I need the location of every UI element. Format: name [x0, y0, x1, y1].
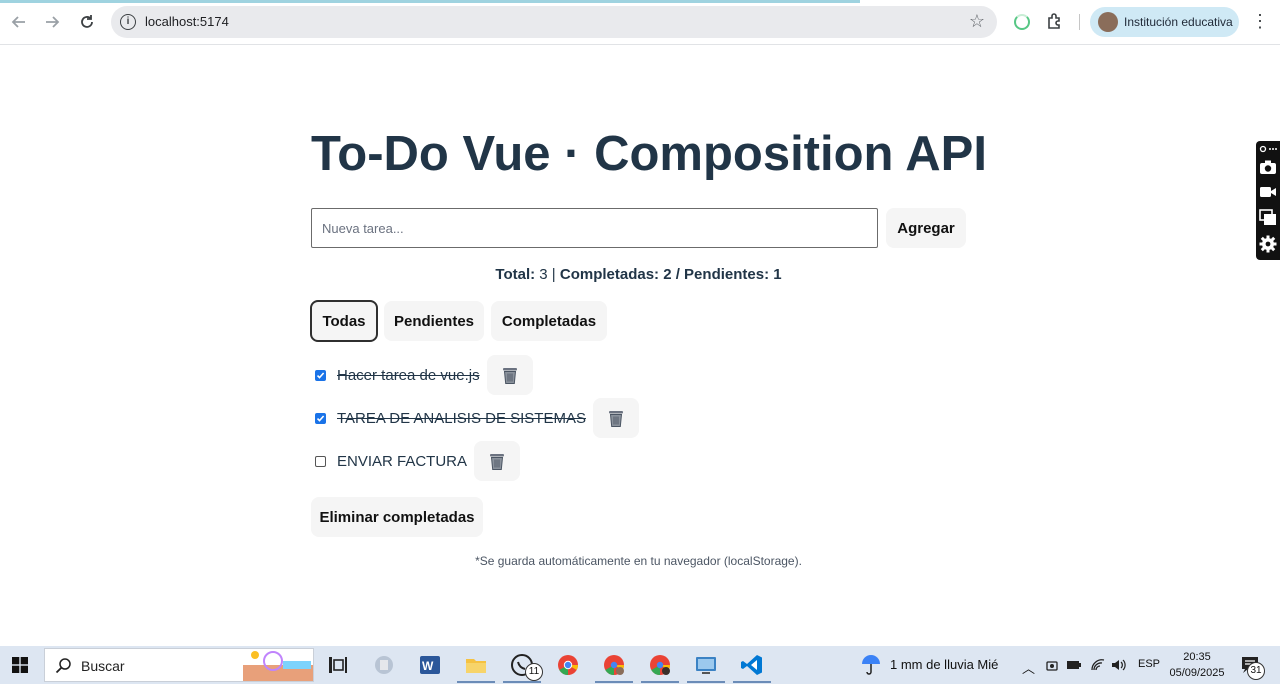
windows-taskbar: Buscar W 11 1 mm de lluvia Mié ︿ ESP 20:… — [0, 646, 1280, 684]
pin-icon[interactable] — [1259, 144, 1277, 154]
folder-icon[interactable] — [464, 653, 488, 677]
wifi-icon[interactable] — [1090, 658, 1106, 672]
chrome-2-active-indicator — [641, 681, 679, 683]
chevron-up-icon[interactable]: ︿ — [1022, 658, 1035, 677]
whatsapp-active-indicator — [503, 681, 541, 683]
bookmark-star-icon[interactable]: ☆ — [969, 11, 985, 32]
vscode-icon[interactable] — [740, 653, 764, 677]
notifications-button[interactable]: 31 — [1241, 656, 1265, 680]
back-icon[interactable] — [8, 11, 30, 33]
task-stats: Total: 3 | Completadas: 2 / Pendientes: … — [495, 266, 782, 283]
delete-todo-button[interactable] — [486, 355, 533, 395]
total-value: 3 — [539, 266, 548, 283]
delete-todo-button[interactable] — [592, 398, 639, 438]
settings-gear-icon[interactable] — [1259, 235, 1277, 253]
url-text: localhost:5174 — [145, 14, 229, 29]
clock-time: 20:35 — [1183, 651, 1211, 663]
todo-checkbox[interactable] — [315, 412, 326, 424]
todo-checkbox[interactable] — [315, 369, 326, 381]
capture-toolbar — [1256, 141, 1280, 260]
search-label: Buscar — [81, 658, 125, 674]
svg-text:W: W — [422, 659, 434, 673]
address-bar[interactable]: i localhost:5174 ☆ — [111, 6, 997, 38]
trash-icon — [490, 454, 505, 470]
todo-item: ENVIAR FACTURA — [315, 441, 521, 481]
folder-active-indicator — [457, 681, 495, 683]
filter-pending-button[interactable]: Pendientes — [384, 301, 484, 341]
chrome-profile-2-icon[interactable] — [648, 653, 672, 677]
total-label: Total: — [495, 266, 536, 283]
todo-item: TAREA DE ANALISIS DE SISTEMAS — [315, 398, 639, 438]
filter-completed-button[interactable]: Completadas — [491, 301, 607, 341]
search-icon — [55, 658, 71, 674]
browser-menu-icon[interactable]: ⋮ — [1251, 11, 1269, 32]
camera-icon[interactable] — [1259, 159, 1277, 175]
toolbar-divider — [1079, 14, 1080, 30]
todo-text: ENVIAR FACTURA — [337, 452, 468, 470]
page-title: To-Do Vue · Composition API — [311, 127, 987, 181]
reload-icon[interactable] — [76, 11, 98, 33]
taskbar-clock[interactable]: 20:35 05/09/2025 — [1168, 649, 1226, 681]
site-info-icon[interactable]: i — [120, 14, 136, 30]
trash-icon — [608, 411, 623, 427]
window-capture-icon[interactable] — [1259, 209, 1277, 226]
weather-text[interactable]: 1 mm de lluvia Mié — [890, 657, 998, 672]
rain-umbrella-icon[interactable] — [860, 655, 882, 675]
avatar — [1098, 12, 1118, 32]
extensions-puzzle-icon[interactable] — [1046, 12, 1064, 30]
profile-button[interactable]: Institución educativa — [1090, 7, 1239, 37]
add-task-button[interactable]: Agregar — [886, 208, 966, 248]
video-camera-icon[interactable] — [1259, 185, 1277, 199]
taskbar-search-box[interactable]: Buscar — [44, 648, 314, 682]
remote-desktop-icon[interactable] — [694, 653, 718, 677]
chrome-active-indicator — [595, 681, 633, 683]
delete-todo-button[interactable] — [474, 441, 521, 481]
language-indicator[interactable]: ESP — [1138, 658, 1160, 670]
task-view-icon[interactable] — [326, 653, 350, 677]
windows-start-icon[interactable] — [12, 657, 28, 673]
chrome-icon[interactable] — [556, 653, 580, 677]
loading-extension-icon[interactable] — [1014, 14, 1030, 30]
trash-icon — [502, 368, 517, 384]
clock-date: 05/09/2025 — [1169, 667, 1225, 679]
todo-item: Hacer tarea de vue.js — [315, 355, 533, 395]
chrome-profile-icon[interactable] — [602, 653, 626, 677]
completed-pending-summary: Completadas: 2 / Pendientes: 1 — [559, 266, 782, 283]
new-task-input[interactable] — [311, 208, 878, 248]
remote-desktop-active-indicator — [687, 681, 725, 683]
filter-all-button[interactable]: Todas — [310, 300, 378, 342]
file-explorer-icon[interactable] — [372, 653, 396, 677]
browser-toolbar: i localhost:5174 ☆ Institución educativa… — [0, 0, 1280, 45]
notification-count: 31 — [1247, 662, 1265, 680]
todo-text: TAREA DE ANALISIS DE SISTEMAS — [337, 409, 586, 427]
tab-strip-accent — [0, 0, 860, 3]
todo-checkbox[interactable] — [315, 455, 326, 467]
clear-completed-button[interactable]: Eliminar completadas — [311, 497, 483, 537]
camera-tray-icon[interactable] — [1045, 658, 1059, 672]
battery-icon[interactable] — [1066, 658, 1082, 672]
whatsapp-badge: 11 — [525, 663, 543, 681]
todo-text: Hacer tarea de vue.js — [337, 366, 480, 384]
vscode-active-indicator — [733, 681, 771, 683]
word-icon[interactable]: W — [418, 653, 442, 677]
profile-label: Institución educativa — [1124, 15, 1233, 29]
storage-footnote: *Se guarda automáticamente en tu navegad… — [475, 554, 802, 568]
search-highlight-illustration-icon — [243, 651, 313, 681]
volume-icon[interactable] — [1111, 658, 1127, 672]
forward-icon[interactable] — [41, 11, 63, 33]
